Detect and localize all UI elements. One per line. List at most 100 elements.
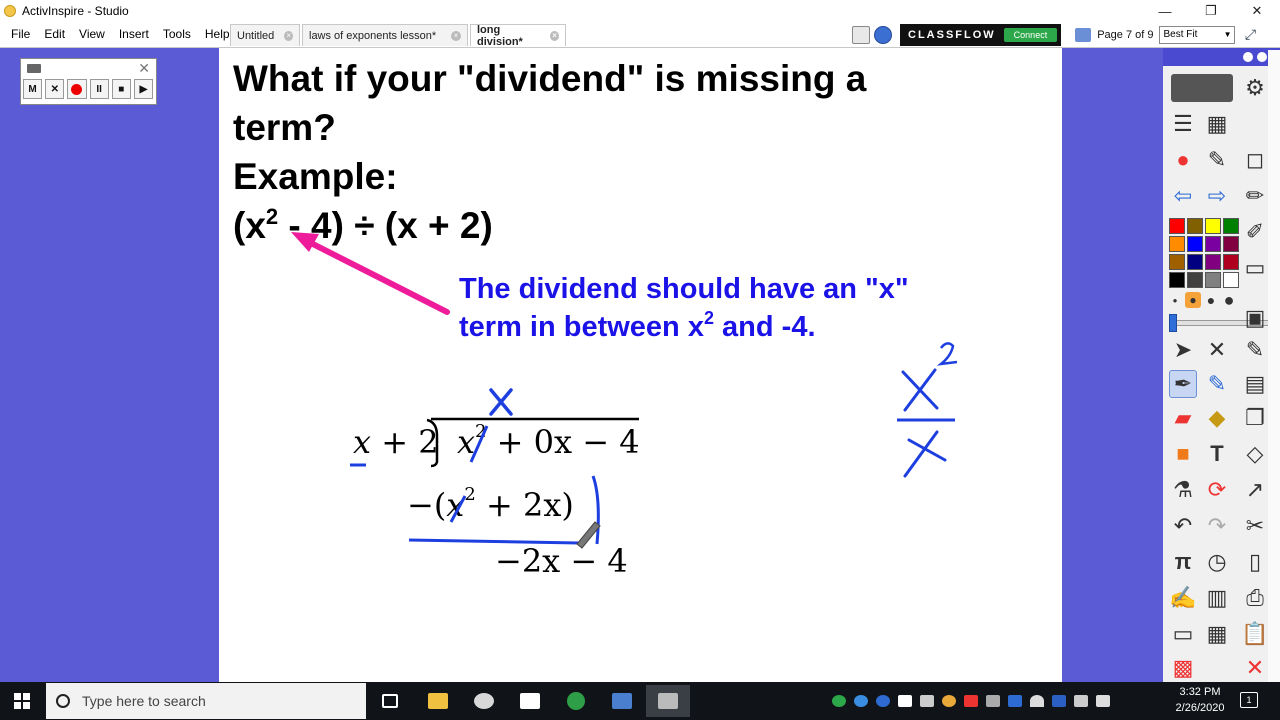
wifi-icon[interactable] — [1030, 695, 1044, 707]
previous-page-icon[interactable]: ⇦ — [1169, 182, 1197, 210]
status-icon[interactable] — [832, 695, 846, 707]
clock-icon[interactable]: ◷ — [1203, 548, 1231, 576]
camera-tool-icon[interactable]: ▤ — [1241, 370, 1269, 398]
page-browser-icon[interactable] — [852, 25, 870, 44]
desktop-tools-icon[interactable]: ✎ — [1203, 146, 1231, 174]
menu-tools[interactable]: Tools — [156, 27, 198, 41]
color-swatch-gray[interactable] — [1205, 272, 1221, 288]
keyboard-icon[interactable] — [1074, 695, 1088, 707]
app-button-2[interactable] — [600, 685, 644, 717]
close-icon[interactable]: ✕ — [138, 60, 150, 77]
tab-laws-of-exponents[interactable]: laws of exponents lesson* × — [302, 24, 468, 46]
shapes-icon[interactable]: ▭ — [1241, 254, 1269, 282]
play-button[interactable]: ▶ — [133, 79, 154, 99]
slider-handle[interactable] — [1169, 314, 1177, 332]
spotlight-icon[interactable]: ◇ — [1241, 440, 1269, 468]
tab-long-division[interactable]: long division* × — [470, 24, 566, 48]
color-swatch-olive[interactable] — [1187, 218, 1203, 234]
pen-tool-icon[interactable]: ✐ — [1241, 218, 1269, 246]
color-swatch-brown[interactable] — [1169, 254, 1185, 270]
minimize-button[interactable]: — — [1142, 0, 1188, 22]
duplicate-icon[interactable]: ❐ — [1241, 404, 1269, 432]
fill-tool-icon[interactable]: ◻ — [1241, 146, 1269, 174]
toolbox-settings-icon[interactable] — [1243, 52, 1253, 62]
reset-page-icon[interactable]: ● — [1169, 146, 1197, 174]
menu-file[interactable]: File — [4, 27, 37, 41]
maximize-button[interactable]: ❐ — [1188, 0, 1234, 22]
color-swatch-navy[interactable] — [1187, 254, 1203, 270]
pen-icon[interactable]: ✒ — [1169, 370, 1197, 398]
close-tray-icon[interactable] — [964, 695, 978, 707]
main-menu-icon[interactable]: ☰ — [1169, 110, 1197, 138]
pi-math-icon[interactable]: π — [1169, 548, 1197, 576]
screen-shade-icon[interactable]: ▥ — [1203, 584, 1231, 612]
app-tray-icon[interactable] — [854, 695, 868, 707]
start-button[interactable] — [0, 682, 44, 720]
flipchart-page[interactable]: What if your "dividend" is missing a ter… — [219, 48, 1062, 682]
next-page-icon[interactable]: ⇨ — [1203, 182, 1231, 210]
activinspire-studio-button[interactable] — [646, 685, 690, 717]
grid-pattern-icon[interactable]: ▩ — [1169, 654, 1197, 682]
color-swatch-orange[interactable] — [1169, 236, 1185, 252]
clear-icon[interactable]: ⚗ — [1169, 476, 1197, 504]
color-swatch-white[interactable] — [1223, 272, 1239, 288]
reset-icon[interactable]: ⟳ — [1203, 476, 1231, 504]
recorder-menu-button[interactable]: M — [23, 79, 43, 99]
battery-icon[interactable] — [920, 695, 934, 707]
stop-button[interactable]: ■ — [111, 79, 131, 99]
color-swatch-darkgray[interactable] — [1187, 272, 1203, 288]
record-button[interactable] — [67, 79, 87, 99]
profile-icon[interactable]: ⚙ — [1241, 74, 1269, 102]
pause-button[interactable]: II — [89, 79, 109, 99]
paste-icon[interactable]: 📋 — [1241, 620, 1269, 648]
menu-view[interactable]: View — [72, 27, 112, 41]
redo-icon[interactable]: ↷ — [1203, 512, 1231, 540]
app-button-1[interactable] — [462, 685, 506, 717]
camera-snapshot-icon[interactable]: ▭ — [1169, 620, 1197, 648]
menu-edit[interactable]: Edit — [37, 27, 72, 41]
menu-insert[interactable]: Insert — [112, 27, 156, 41]
undo-icon[interactable]: ↶ — [1169, 512, 1197, 540]
chrome-button[interactable] — [554, 685, 598, 717]
select-tool-icon[interactable]: ➤ — [1169, 336, 1197, 364]
pen-width-2-icon[interactable]: ● — [1185, 292, 1201, 308]
tools-icon[interactable]: ✕ — [1203, 336, 1231, 364]
task-view-button[interactable] — [368, 685, 412, 717]
text-tool-icon[interactable]: T — [1203, 440, 1231, 468]
cut-icon[interactable]: ✂ — [1241, 512, 1269, 540]
close-window-button[interactable]: ✕ — [1234, 0, 1280, 22]
volume-icon[interactable] — [1096, 695, 1110, 707]
browsers-icon[interactable]: ▦ — [1203, 110, 1231, 138]
file-explorer-button[interactable] — [416, 685, 460, 717]
connector-icon[interactable]: ↗ — [1241, 476, 1269, 504]
zoom-select[interactable]: Best Fit ▼ — [1159, 25, 1236, 44]
update-icon[interactable] — [876, 695, 890, 707]
save-icon[interactable]: ▣ — [1241, 304, 1269, 332]
color-swatch-maroon[interactable] — [1223, 236, 1239, 252]
eraser-icon[interactable]: ▰ — [1169, 404, 1197, 432]
toolbox-collapse-icon[interactable] — [1257, 52, 1267, 62]
notification-center-icon[interactable]: 1 — [1240, 692, 1258, 708]
tab-close-icon[interactable]: × — [451, 30, 461, 41]
grid-icon[interactable]: ▦ — [1203, 620, 1231, 648]
chrome-tray-icon[interactable] — [942, 695, 956, 707]
color-swatch-violet[interactable] — [1205, 254, 1221, 270]
color-swatch-red[interactable] — [1169, 218, 1185, 234]
print-icon[interactable]: ⎙ — [1241, 584, 1269, 612]
activinspire-icon[interactable] — [874, 25, 892, 44]
color-swatch-green[interactable] — [1223, 218, 1239, 234]
tab-untitled[interactable]: Untitled × — [230, 24, 300, 46]
color-swatch-yellow[interactable] — [1205, 218, 1221, 234]
color-swatch-crimson[interactable] — [1223, 254, 1239, 270]
taskbar-search-box[interactable]: Type here to search — [46, 683, 366, 719]
tab-close-icon[interactable]: × — [550, 30, 559, 41]
page-icon[interactable]: ▯ — [1241, 548, 1269, 576]
system-clock[interactable]: 3:32 PM 2/26/2020 — [1168, 684, 1232, 716]
pen-width-4-icon[interactable]: ● — [1221, 290, 1237, 310]
color-swatch-purple[interactable] — [1205, 236, 1221, 252]
security-icon[interactable] — [898, 695, 912, 707]
highlighter-pen-icon[interactable]: ✎ — [1203, 370, 1231, 398]
word-icon[interactable] — [1052, 695, 1066, 707]
vertical-scrollbar[interactable] — [1268, 50, 1280, 682]
fill-bucket-icon[interactable]: ◆ — [1203, 404, 1231, 432]
